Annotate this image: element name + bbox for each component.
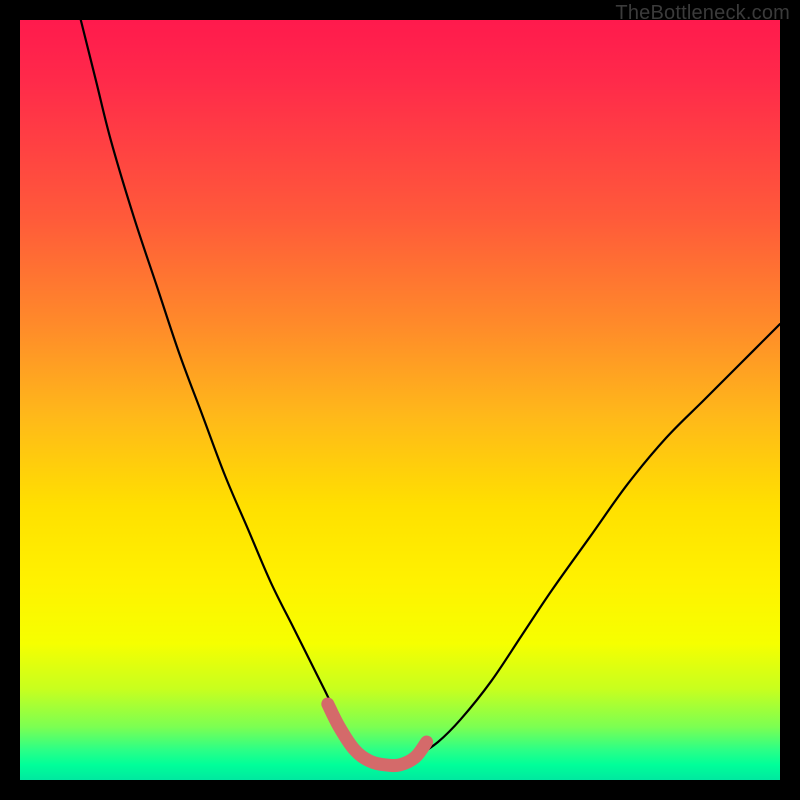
chart-frame: TheBottleneck.com: [0, 0, 800, 800]
optimal-range-highlight: [328, 704, 427, 766]
plot-area: [20, 20, 780, 780]
bottleneck-curve: [81, 20, 780, 766]
chart-svg: [20, 20, 780, 780]
